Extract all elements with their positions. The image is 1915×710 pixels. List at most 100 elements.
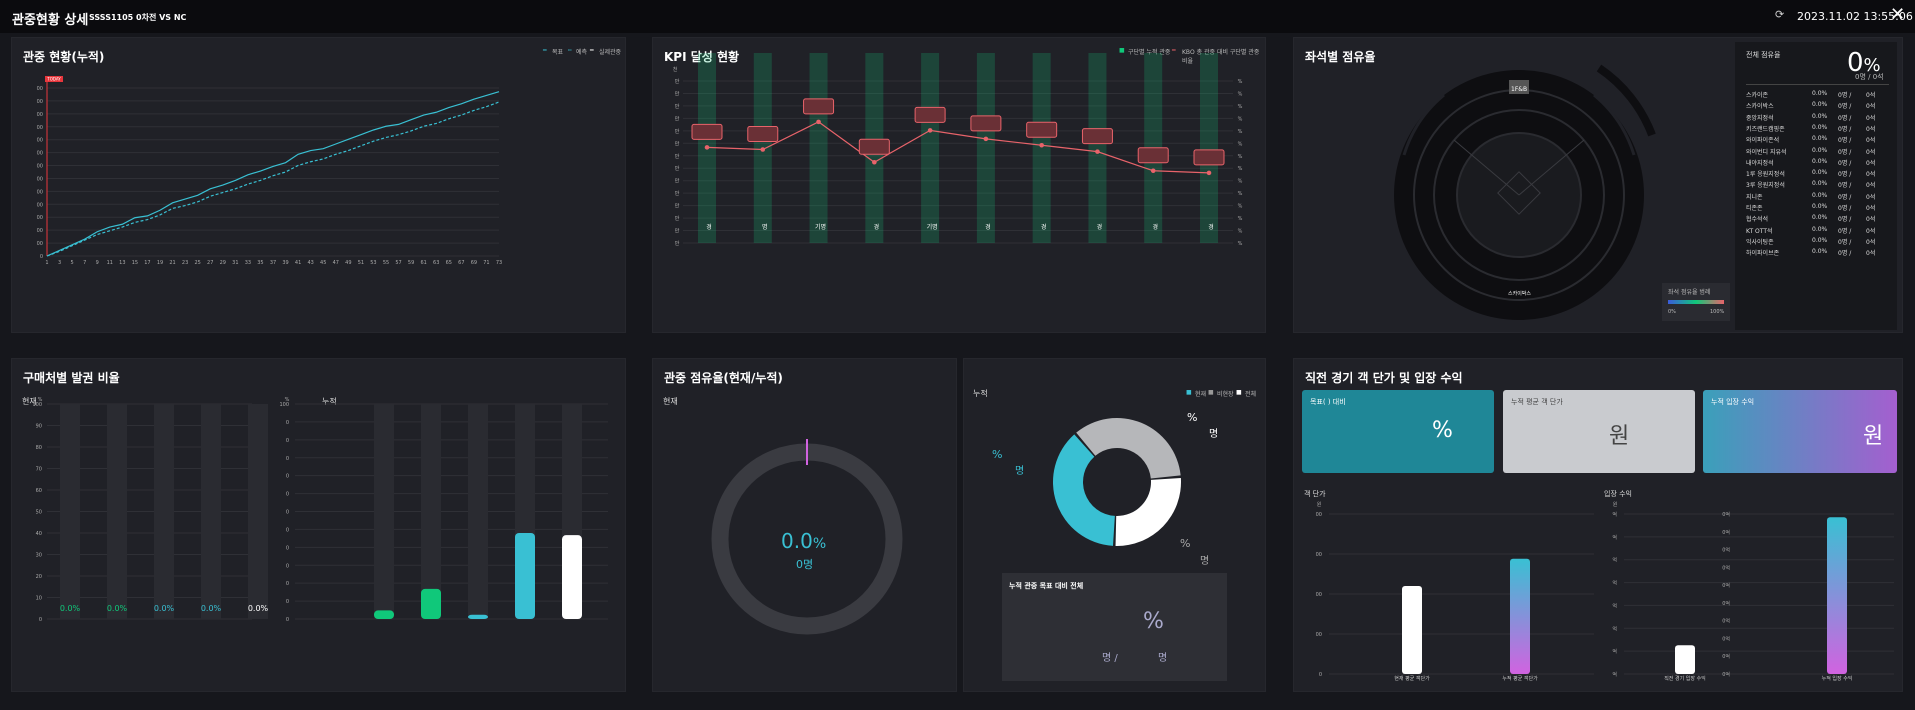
y-tick-label: 00 — [37, 138, 43, 144]
seat-row-cell: 0석 — [1866, 114, 1876, 122]
seat-row[interactable]: 내야지정석 0.0% 0명 / 0석 — [1746, 158, 1886, 169]
cumulative-bar — [515, 533, 535, 619]
seat-row-cell: 0명 / — [1838, 103, 1852, 111]
current-value-label: 0.0% — [107, 604, 128, 613]
x-tick-label: 55 — [383, 260, 389, 266]
y2-tick-label: 0억 — [1722, 618, 1730, 625]
total-occupancy-label: 전체 점유율 — [1746, 51, 1781, 59]
y2-tick-label: % — [1238, 141, 1243, 147]
x-tick-label: 47 — [333, 260, 339, 266]
y-tick-label: 00 — [1316, 552, 1322, 558]
y-tick-label: 만 — [675, 203, 680, 210]
x-tick-label: 경 — [1097, 224, 1103, 231]
kpi-bar — [921, 53, 940, 243]
seat-row-cell: 0.0% — [1812, 123, 1828, 131]
seat-row-cell: 익사이팅존 — [1746, 238, 1774, 246]
goal-line: 명 / — [1102, 653, 1118, 664]
legend-item: 현재 — [1195, 391, 1207, 398]
bar-bg — [468, 404, 488, 619]
seat-row[interactable]: 키즈랜드캠핑존 0.0% 0명 / 0석 — [1746, 124, 1886, 135]
x-tick-label: 13 — [119, 260, 125, 266]
seat-row[interactable]: 스카이박스 0.0% 0명 / 0석 — [1746, 101, 1886, 112]
y-tick-label: 00 — [37, 99, 43, 105]
cumulative-bar — [421, 588, 441, 619]
x-tick-label: 29 — [220, 260, 226, 266]
seat-row[interactable]: 지니존 0.0% 0명 / 0석 — [1746, 192, 1886, 203]
y-tick-label: 00 — [37, 202, 43, 208]
x-tick-label: 33 — [245, 260, 251, 266]
x-tick-label: 65 — [446, 260, 452, 266]
y-tick-label: 100 — [279, 402, 289, 408]
chart-title: 입장 수익 — [1604, 489, 1632, 498]
donut-slice — [1053, 434, 1115, 546]
bar-bg — [248, 404, 268, 619]
y2-tick-label: 0억 — [1722, 547, 1730, 554]
seat-row-cell: 0석 — [1866, 205, 1876, 212]
y-axis-unit: 원 — [1613, 501, 1618, 508]
seat-legend-gradient — [1668, 300, 1724, 304]
x-tick-label: 경 — [985, 224, 991, 231]
x-tick-label: 67 — [458, 260, 464, 266]
x-tick-label: 현재 평균 객단가 — [1394, 675, 1430, 682]
x-tick-label: 25 — [194, 260, 200, 266]
seat-row[interactable]: 3루 응원지정석 0.0% 0명 / 0석 — [1746, 180, 1886, 191]
seat-row[interactable]: 티존존 0.0% 0명 / 0석 — [1746, 203, 1886, 214]
purchase-chart: % %10090807060504030201001000000000000000… — [32, 397, 608, 623]
y2-tick-label: 0억 — [1722, 582, 1730, 589]
y-tick-label: 0 — [286, 438, 289, 444]
seat-row[interactable]: 협수석석 0.0% 0명 / 0석 — [1746, 214, 1886, 225]
x-tick-label: 9 — [96, 260, 99, 266]
y2-tick-label: 0억 — [1722, 529, 1730, 536]
seat-row-cell: 0.0% — [1812, 135, 1828, 143]
seat-row[interactable]: 와이파이존석 0.0% 0명 / 0석 — [1746, 135, 1886, 146]
seat-row[interactable]: 하이파이브존 0.0% 0명 / 0석 — [1746, 248, 1886, 259]
ratio-point — [1095, 149, 1100, 154]
seat-row[interactable]: KT OTT석 0.0% 0명 / 0석 — [1746, 226, 1886, 237]
seat-row[interactable]: 스카이존 0.0% 0명 / 0석 — [1746, 90, 1886, 101]
x-tick-label: 69 — [471, 260, 477, 266]
y-tick-label: 80 — [36, 445, 42, 451]
current-value-label: 0.0% — [60, 604, 81, 613]
ratio-label-box — [914, 106, 946, 123]
x-tick-label: 경 — [1041, 224, 1047, 231]
x-tick-label: 43 — [307, 260, 313, 266]
ratio-point — [1039, 142, 1044, 148]
y-axis-unit: 천 — [673, 66, 678, 73]
y-tick-label: 만 — [675, 153, 680, 160]
current-value-label: 0.0% — [154, 604, 175, 613]
y-tick-label: 0 — [286, 456, 289, 462]
seat-row-cell: 0석 — [1866, 238, 1876, 246]
cumulative-bar — [562, 535, 582, 619]
cumulative-bar — [374, 610, 394, 619]
page-title: 관중현황 상세 — [12, 13, 89, 28]
legend-item: 비현장 — [1217, 391, 1234, 398]
x-tick-label: 49 — [345, 260, 351, 266]
seat-row[interactable]: 1루 응원지정석 0.0% 0명 / 0석 — [1746, 169, 1886, 180]
y-tick-label: 00 — [1316, 512, 1322, 518]
seat-row[interactable]: 와이번디 지유석 0.0% 0명 / 0석 — [1746, 147, 1886, 158]
seat-row[interactable]: 익사이팅존 0.0% 0명 / 0석 — [1746, 237, 1886, 248]
seat-row[interactable]: 중앙지정석 0.0% 0명 / 0석 — [1746, 113, 1886, 124]
game-subtitle: SSSS1105 0차전 VS NC — [89, 13, 187, 22]
seat-row-cell: 0.0% — [1812, 180, 1828, 188]
y2-tick-label: % — [1238, 166, 1243, 172]
purchase-panel: 구매처별 발권 비율 현재 누적 %% 100 90 80 70 60 50 40 30 20 10… — [11, 358, 626, 692]
donut-slice — [1115, 477, 1181, 546]
y-tick-label: 0 — [286, 420, 289, 426]
y-tick-label: 억 — [1612, 511, 1617, 518]
seat-legend: 좌석 점유율 범례 0% 100% — [1662, 283, 1730, 321]
avg-price-bar — [1510, 558, 1530, 674]
close-icon[interactable]: ✕ — [1890, 4, 1905, 25]
y2-tick-label: % — [1238, 191, 1243, 197]
refresh-icon[interactable]: ⟳ — [1775, 8, 1784, 21]
y2-tick-label: % — [1238, 229, 1243, 235]
ratio-label-box — [747, 126, 779, 142]
seat-row-cell: 0석 — [1866, 250, 1876, 258]
x-tick-label: 31 — [232, 260, 238, 266]
y2-tick-label: % — [1238, 91, 1243, 97]
y2-tick-label: % — [1238, 216, 1243, 222]
goal-box: 누적 관중 목표 대비 전체 % 명 / 명 — [1002, 573, 1227, 681]
seat-legend-min: 0% — [1668, 309, 1676, 315]
top-seat-label: 1F&B — [1511, 86, 1528, 93]
seat-row-cell: 0.0% — [1812, 191, 1828, 199]
